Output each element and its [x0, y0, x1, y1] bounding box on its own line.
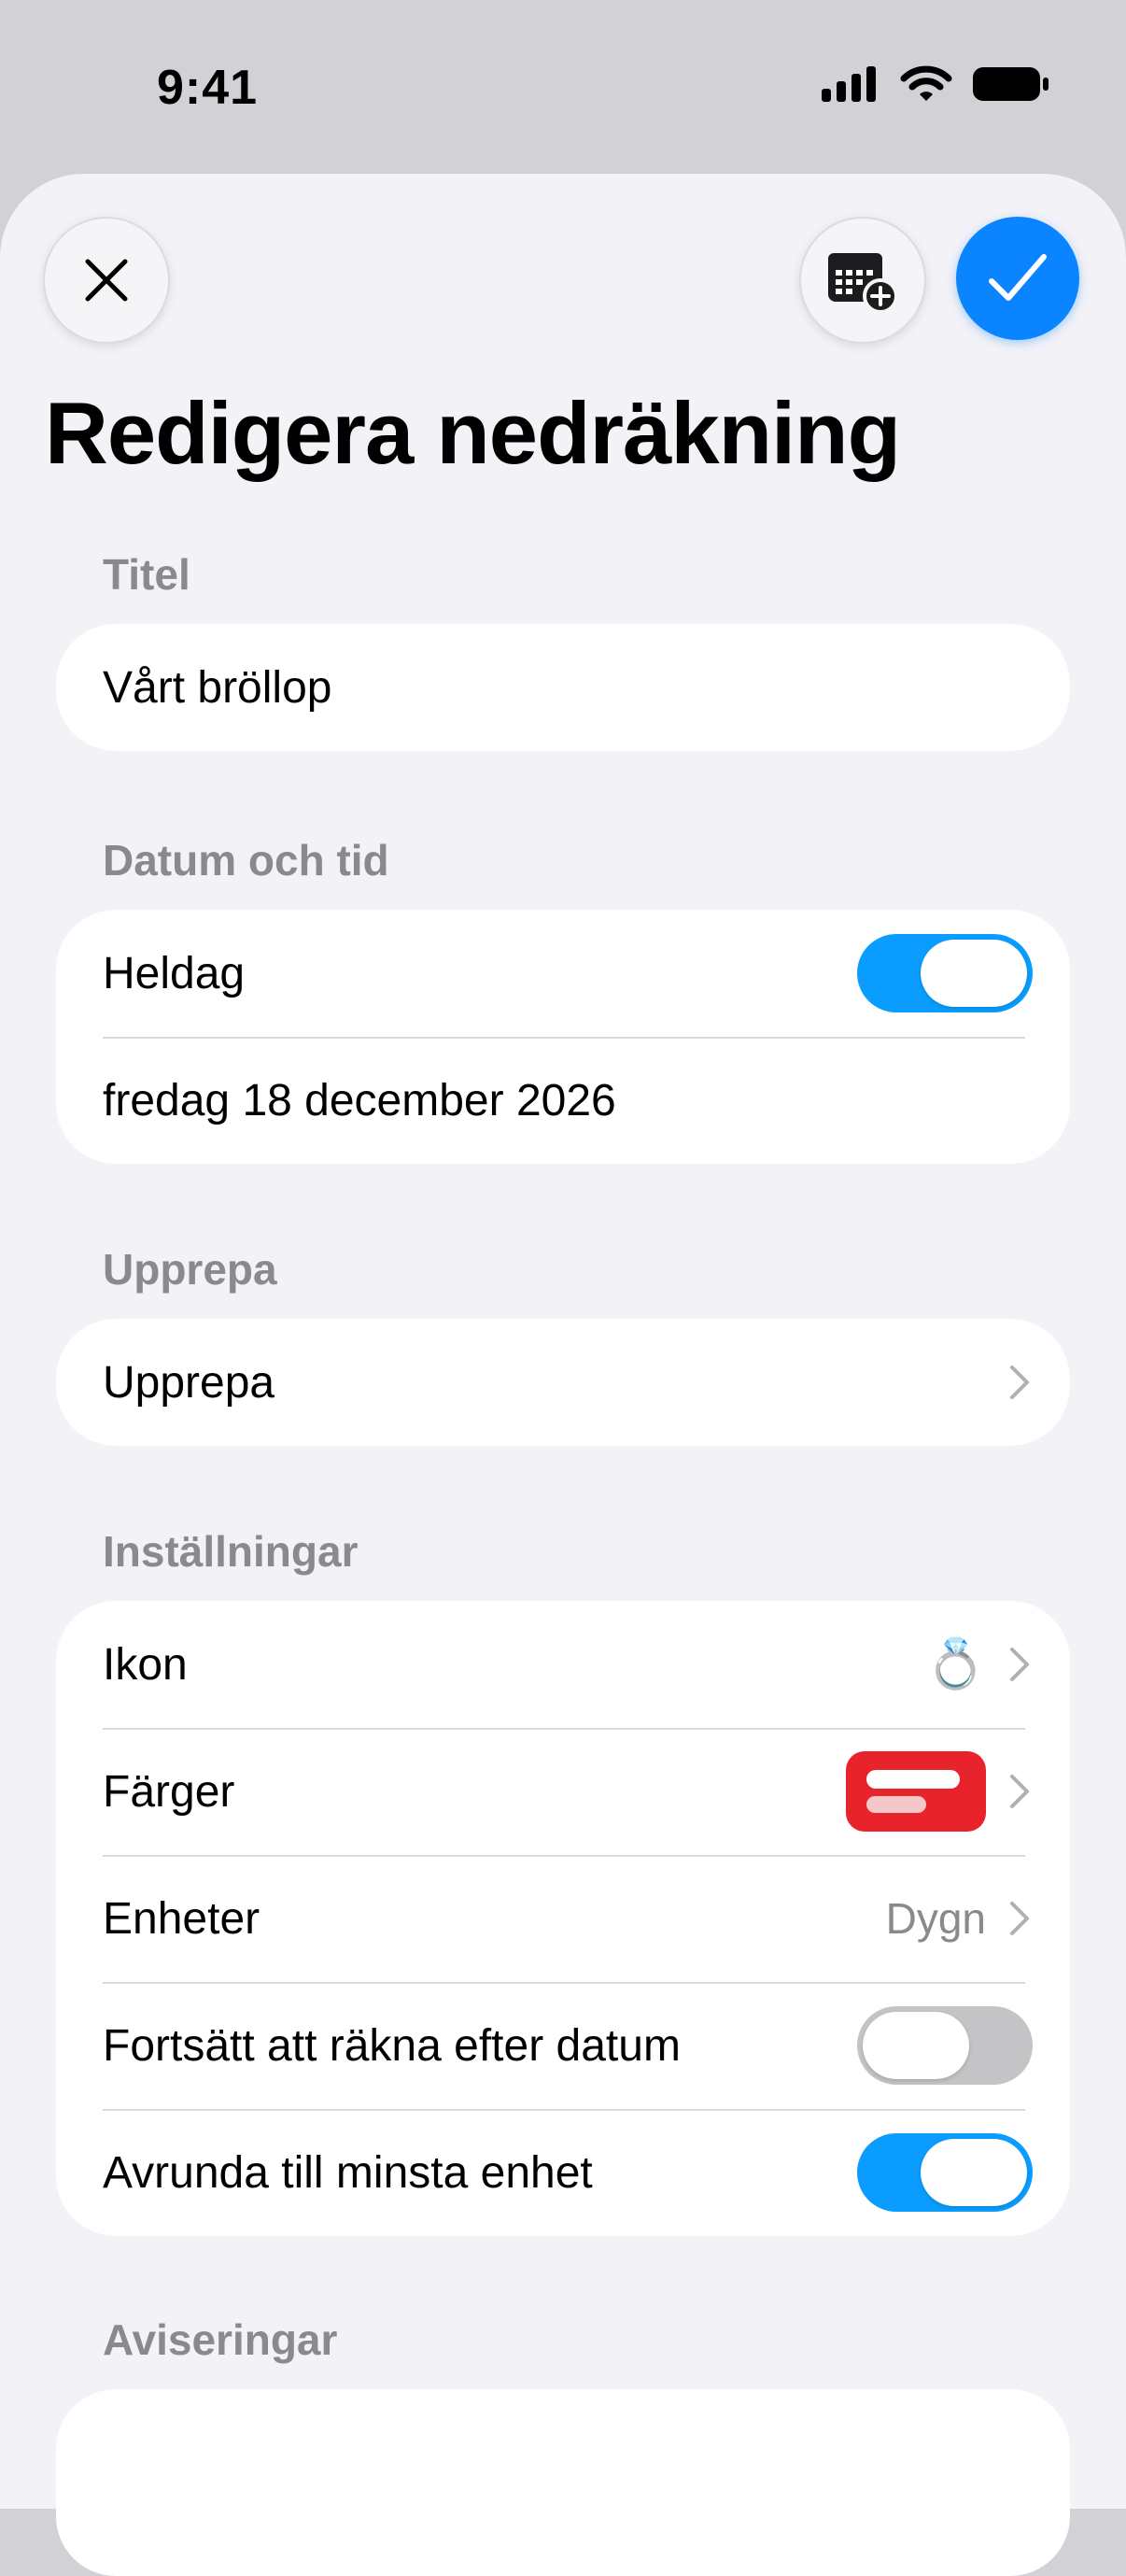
date-row[interactable]: fredag 18 december 2026 [56, 1037, 1070, 1164]
date-value[interactable]: fredag 18 december 2026 [103, 1075, 1033, 1126]
wifi-icon [900, 65, 952, 101]
repeat-row-label: Upprepa [103, 1357, 275, 1408]
chevron-right-icon [1006, 1772, 1033, 1811]
confirm-button[interactable] [956, 217, 1079, 340]
notifications-card [56, 2389, 1070, 2576]
close-button[interactable] [43, 217, 170, 344]
all-day-row: Heldag [56, 910, 1070, 1037]
color-swatch [846, 1751, 986, 1832]
checkmark-icon [989, 254, 1047, 301]
chevron-right-icon [1006, 1899, 1033, 1938]
add-to-calendar-button[interactable] [799, 217, 926, 344]
title-section-label: Titel [103, 550, 190, 599]
cellular-signal-icon [822, 66, 876, 102]
colors-row[interactable]: Färger [56, 1728, 1070, 1855]
all-day-toggle[interactable] [857, 934, 1033, 1012]
page-title: Redigera nedräkning [45, 384, 901, 482]
continue-after-date-toggle[interactable] [857, 2006, 1033, 2085]
icon-row-label: Ikon [103, 1639, 188, 1690]
settings-card: Ikon 💍 Färger Enheter Dygn Fortsätt att … [56, 1601, 1070, 2236]
status-icons [822, 65, 1049, 103]
continue-after-date-row: Fortsätt att räkna efter datum [56, 1982, 1070, 2109]
ring-icon: 💍 [925, 1637, 986, 1691]
edit-countdown-sheet: Redigera nedräkning Titel Vårt bröllop D… [0, 174, 1126, 2576]
title-field[interactable]: Vårt bröllop [56, 624, 1070, 751]
status-bar: 9:41 [0, 0, 1126, 168]
icon-row[interactable]: Ikon 💍 [56, 1601, 1070, 1728]
round-to-smallest-unit-toggle[interactable] [857, 2133, 1033, 2212]
title-input-value[interactable]: Vårt bröllop [103, 662, 1033, 714]
notifications-section-label: Aviseringar [103, 2315, 338, 2364]
settings-section-label: Inställningar [103, 1527, 359, 1576]
repeat-row[interactable]: Upprepa [56, 1319, 1070, 1446]
date-section-label: Datum och tid [103, 836, 389, 885]
date-card: Heldag fredag 18 december 2026 [56, 910, 1070, 1164]
repeat-card: Upprepa [56, 1319, 1070, 1446]
colors-row-label: Färger [103, 1766, 235, 1817]
status-time: 9:41 [157, 61, 259, 115]
close-icon [85, 259, 128, 302]
units-row-label: Enheter [103, 1893, 260, 1944]
units-row[interactable]: Enheter Dygn [56, 1855, 1070, 1982]
round-to-smallest-unit-label: Avrunda till minsta enhet [103, 2147, 593, 2198]
calendar-add-icon [828, 253, 898, 313]
continue-after-date-label: Fortsätt att räkna efter datum [103, 2020, 681, 2071]
title-card: Vårt bröllop [56, 624, 1070, 751]
round-to-smallest-unit-row: Avrunda till minsta enhet [56, 2109, 1070, 2236]
chevron-right-icon [1006, 1363, 1033, 1402]
chevron-right-icon [1006, 1645, 1033, 1684]
battery-icon [973, 67, 1049, 101]
units-value: Dygn [885, 1894, 986, 1943]
repeat-section-label: Upprepa [103, 1245, 277, 1294]
all-day-label: Heldag [103, 948, 246, 998]
